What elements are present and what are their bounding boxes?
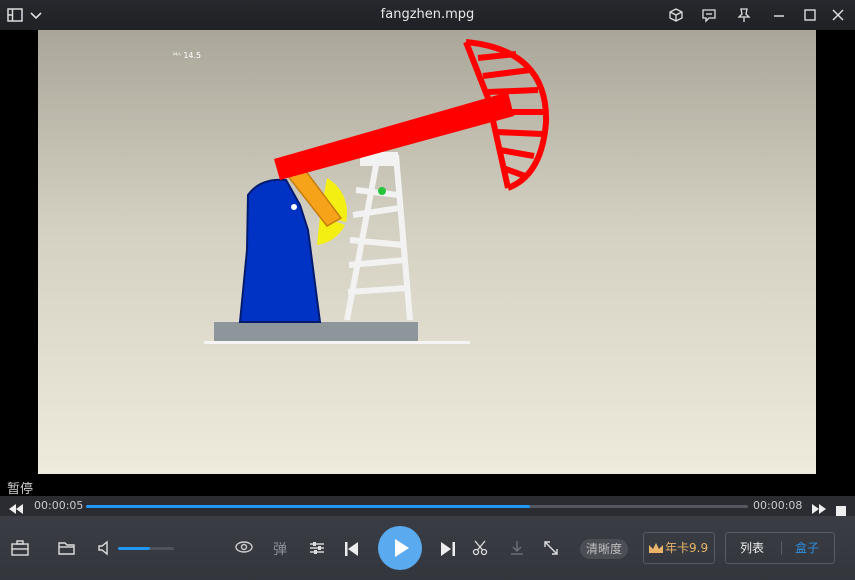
- close-icon[interactable]: [830, 7, 846, 23]
- title-bar: fangzhen.mpg: [0, 0, 855, 30]
- maximize-icon[interactable]: [802, 7, 818, 23]
- list-tab[interactable]: 列表: [740, 533, 764, 563]
- video-area[interactable]: ᴹᴬ 14.5: [0, 30, 855, 496]
- visual-effects-icon[interactable]: [234, 539, 254, 559]
- annual-card-promo[interactable]: 年卡9.9: [643, 532, 715, 564]
- window-title: fangzhen.mpg: [380, 7, 475, 22]
- promo-label: 年卡9.9: [665, 541, 709, 555]
- tab-divider: [781, 541, 782, 555]
- video-frame[interactable]: ᴹᴬ 14.5: [38, 30, 816, 474]
- fullscreen-icon[interactable]: [543, 540, 559, 560]
- next-icon[interactable]: [441, 541, 455, 560]
- download-icon[interactable]: [509, 540, 525, 560]
- equalizer-icon[interactable]: [309, 540, 325, 560]
- volume-icon[interactable]: [97, 540, 113, 560]
- previous-icon[interactable]: [345, 541, 359, 560]
- playback-status: 暂停: [7, 482, 34, 497]
- box-tab[interactable]: 盒子: [795, 533, 819, 563]
- volume-slider[interactable]: [118, 547, 174, 550]
- scissors-icon[interactable]: [472, 540, 488, 560]
- minimize-icon[interactable]: [771, 7, 787, 23]
- volume-slider-fill: [118, 547, 151, 550]
- toolbox-icon[interactable]: [11, 540, 29, 560]
- crank-pivot: [291, 204, 297, 210]
- base-slab: [214, 322, 418, 341]
- total-time: 00:00:08: [753, 499, 803, 512]
- seek-bar[interactable]: [86, 505, 748, 508]
- danmaku-button[interactable]: 弹: [273, 539, 287, 559]
- green-pivot: [378, 187, 386, 195]
- derrick-tower: [344, 154, 413, 321]
- message-icon[interactable]: [701, 7, 717, 23]
- progress-bar-row: 00:00:05 00:00:08: [0, 496, 855, 516]
- play-icon: [395, 539, 409, 557]
- open-folder-icon[interactable]: [58, 540, 76, 560]
- cube-icon[interactable]: [668, 7, 684, 23]
- pin-icon[interactable]: [736, 7, 752, 23]
- list-toggle-group: 列表 盒子: [725, 532, 835, 564]
- pumpjack-animation-frame: ᴹᴬ 14.5: [173, 39, 550, 344]
- crown-icon: [649, 543, 663, 553]
- ground-line: [204, 341, 470, 344]
- quality-button[interactable]: 清晰度: [580, 539, 629, 559]
- video-watermark: ᴹᴬ 14.5: [173, 51, 201, 60]
- control-bar: 弹 清晰度 年卡9.9 列表 盒子: [0, 516, 855, 580]
- play-button[interactable]: [378, 526, 422, 570]
- seek-bar-fill: [86, 505, 531, 508]
- current-time: 00:00:05: [34, 499, 84, 512]
